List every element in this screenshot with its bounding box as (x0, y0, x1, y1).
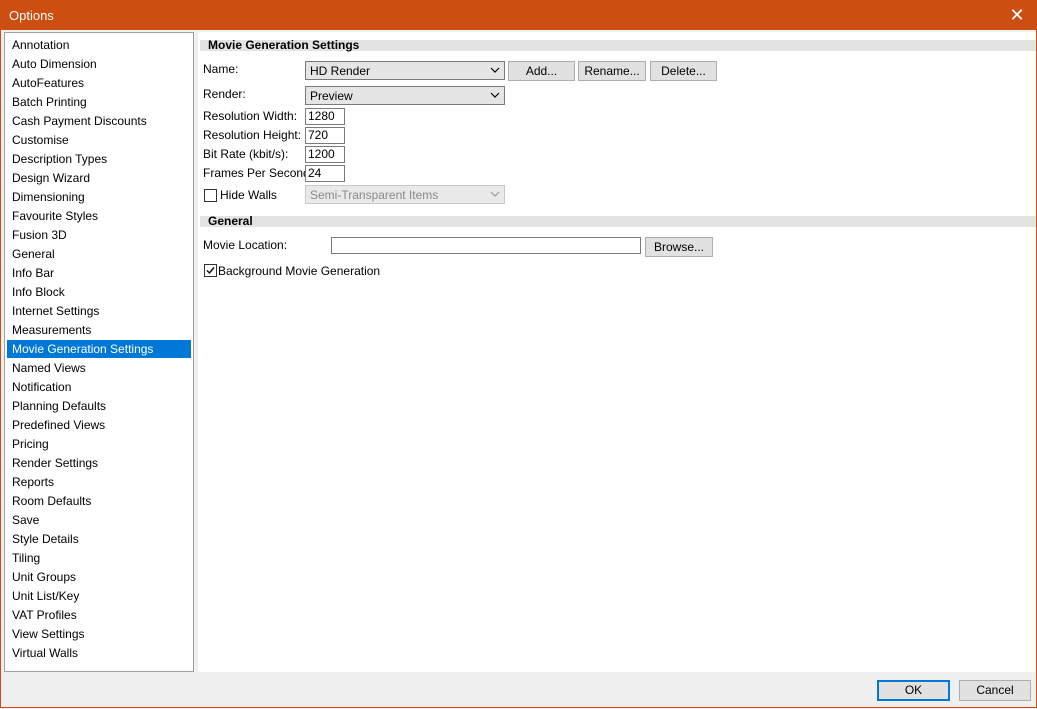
sidebar-item[interactable]: Dimensioning (7, 188, 191, 206)
sidebar-item[interactable]: Batch Printing (7, 93, 191, 111)
checkmark-icon (206, 267, 215, 275)
chevron-down-icon (490, 191, 500, 197)
sidebar-item[interactable]: Favourite Styles (7, 207, 191, 225)
name-label: Name: (203, 62, 239, 76)
section-header-general: General (200, 215, 1036, 227)
window-title: Options (9, 8, 54, 23)
sidebar-item[interactable]: Cash Payment Discounts (7, 112, 191, 130)
close-icon[interactable]: ✕ (997, 0, 1037, 30)
resolution-width-label: Resolution Width: (203, 109, 298, 123)
sidebar-item[interactable]: Info Block (7, 283, 191, 301)
settings-panel: Movie Generation Settings Name: HD Rende… (198, 32, 1036, 672)
chevron-down-icon (490, 67, 500, 73)
ok-button[interactable]: OK (877, 680, 950, 701)
sidebar-item[interactable]: Annotation (7, 36, 191, 54)
sidebar-item[interactable]: Render Settings (7, 454, 191, 472)
name-dropdown-value: HD Render (310, 64, 371, 78)
background-generation-label: Background Movie Generation (218, 264, 381, 278)
sidebar-item[interactable]: Pricing (7, 435, 191, 453)
render-dropdown[interactable]: Preview (305, 86, 505, 105)
sidebar-item[interactable]: Save (7, 511, 191, 529)
sidebar-item[interactable]: Fusion 3D (7, 226, 191, 244)
sidebar-item[interactable]: AutoFeatures (7, 74, 191, 92)
render-label: Render: (203, 87, 246, 101)
sidebar-item[interactable]: Description Types (7, 150, 191, 168)
sidebar-item[interactable]: View Settings (7, 625, 191, 643)
rename-button[interactable]: Rename... (578, 61, 646, 81)
sidebar-item[interactable]: Style Details (7, 530, 191, 548)
background-generation-checkbox[interactable] (204, 264, 217, 277)
fps-label: Frames Per Second: (203, 166, 314, 180)
bit-rate-label: Bit Rate (kbit/s): (203, 147, 289, 161)
resolution-height-input[interactable]: 720 (305, 127, 345, 144)
sidebar-item[interactable]: Unit Groups (7, 568, 191, 586)
resolution-height-label: Resolution Height: (203, 128, 302, 142)
bit-rate-input[interactable]: 1200 (305, 146, 345, 163)
sidebar-item[interactable]: VAT Profiles (7, 606, 191, 624)
sidebar-item[interactable]: Unit List/Key (7, 587, 191, 605)
sidebar-item[interactable]: Customise (7, 131, 191, 149)
movie-location-input[interactable] (331, 237, 641, 254)
title-bar: Options ✕ (0, 0, 1037, 30)
sidebar-item[interactable]: Predefined Views (7, 416, 191, 434)
sidebar-item[interactable]: Auto Dimension (7, 55, 191, 73)
add-button[interactable]: Add... (508, 61, 575, 81)
sidebar-item[interactable]: Info Bar (7, 264, 191, 282)
sidebar-item[interactable]: Design Wizard (7, 169, 191, 187)
browse-button[interactable]: Browse... (645, 237, 713, 257)
sidebar-item[interactable]: Movie Generation Settings (7, 340, 191, 358)
delete-button[interactable]: Delete... (650, 61, 717, 81)
sidebar-item[interactable]: Planning Defaults (7, 397, 191, 415)
sidebar-item[interactable]: Internet Settings (7, 302, 191, 320)
fps-input[interactable]: 24 (305, 165, 345, 182)
dialog-footer: OK Cancel (1, 672, 1036, 707)
cancel-button[interactable]: Cancel (959, 680, 1031, 701)
section-header-movie: Movie Generation Settings (200, 39, 1036, 51)
sidebar-item[interactable]: Tiling (7, 549, 191, 567)
name-dropdown[interactable]: HD Render (305, 61, 505, 80)
dialog-body: Annotation Auto Dimension AutoFeatures Batc… (0, 30, 1037, 708)
sidebar-item[interactable]: Notification (7, 378, 191, 396)
hide-walls-label: Hide Walls (220, 188, 277, 202)
hide-walls-checkbox[interactable] (204, 189, 217, 202)
options-category-list[interactable]: Annotation Auto Dimension AutoFeatures Batc… (4, 32, 194, 672)
resolution-width-input[interactable]: 1280 (305, 108, 345, 125)
hide-walls-mode-value: Semi-Transparent Items (310, 188, 439, 202)
render-dropdown-value: Preview (310, 89, 353, 103)
sidebar-item[interactable]: Virtual Walls (7, 644, 191, 662)
sidebar-item[interactable]: Measurements (7, 321, 191, 339)
chevron-down-icon (490, 92, 500, 98)
sidebar-item[interactable]: Named Views (7, 359, 191, 377)
sidebar-item[interactable]: General (7, 245, 191, 263)
hide-walls-mode-dropdown: Semi-Transparent Items (305, 185, 505, 204)
movie-location-label: Movie Location: (203, 238, 288, 252)
sidebar-item[interactable]: Reports (7, 473, 191, 491)
sidebar-item[interactable]: Room Defaults (7, 492, 191, 510)
